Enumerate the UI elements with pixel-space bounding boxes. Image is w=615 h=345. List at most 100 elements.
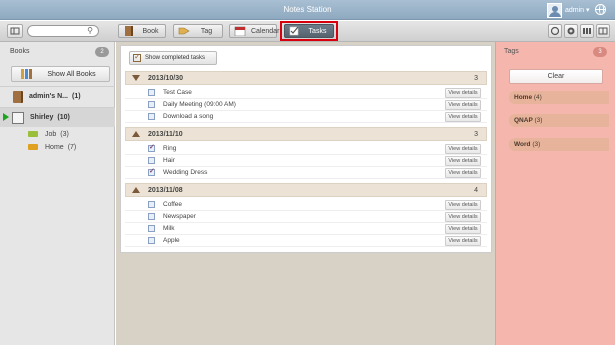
library-icon bbox=[583, 28, 591, 34]
view-details-button[interactable]: View details bbox=[445, 111, 481, 122]
task-checkbox[interactable] bbox=[148, 157, 155, 164]
task-row: Newspaper View details bbox=[125, 211, 487, 223]
tab-calendar-label: Calendar bbox=[251, 27, 280, 35]
panels-icon bbox=[598, 27, 608, 35]
task-row: Milk View details bbox=[125, 223, 487, 235]
collapse-arrow-icon bbox=[132, 75, 140, 81]
tag-icon bbox=[178, 27, 190, 35]
notebook-job-label: Job bbox=[45, 130, 57, 138]
view-details-button[interactable]: View details bbox=[445, 143, 481, 154]
tasks-tab-highlight bbox=[280, 21, 338, 41]
notebook-home-label: Home bbox=[45, 143, 64, 151]
layout-icon bbox=[10, 27, 20, 35]
task-group-date: 2013/11/10 bbox=[148, 130, 183, 138]
refresh-icon bbox=[550, 26, 560, 36]
view-details-button[interactable]: View details bbox=[445, 155, 481, 166]
title-bar: Notes Station admin ▾ bbox=[0, 0, 615, 20]
refresh-button[interactable] bbox=[548, 24, 562, 38]
tab-book[interactable]: Book bbox=[118, 24, 166, 38]
task-group-date: 2013/10/30 bbox=[148, 74, 184, 82]
task-label: Daily Meeting (09:00 AM) bbox=[163, 101, 236, 108]
task-checkbox[interactable] bbox=[148, 167, 155, 176]
sidebar-toggle-button[interactable] bbox=[7, 24, 23, 38]
task-group-count: 3 bbox=[474, 130, 478, 138]
task-checkbox[interactable] bbox=[148, 101, 155, 108]
book-admin-count: (1) bbox=[72, 93, 81, 100]
book-shirley[interactable]: Shirley (10) bbox=[0, 107, 115, 127]
notebook-home-count: (7) bbox=[67, 143, 77, 151]
book-shirley-label: Shirley bbox=[30, 114, 54, 121]
task-checkbox[interactable] bbox=[148, 237, 155, 244]
task-row: Download a song View details bbox=[125, 111, 487, 123]
task-row: Test Case View details bbox=[125, 87, 487, 99]
task-group-count: 3 bbox=[474, 74, 478, 82]
tag-label: Home bbox=[514, 94, 533, 101]
task-checkbox[interactable] bbox=[148, 113, 155, 120]
show-all-books-button[interactable]: Show All Books bbox=[11, 66, 110, 82]
checkbox-icon bbox=[133, 52, 141, 62]
show-completed-tasks-button[interactable]: Show completed tasks bbox=[129, 51, 217, 65]
books-icon bbox=[21, 69, 32, 79]
view-details-button[interactable]: View details bbox=[445, 99, 481, 110]
user-menu[interactable]: admin ▾ bbox=[565, 6, 590, 14]
book-admin-label: admin's N... bbox=[29, 93, 69, 100]
task-label: Milk bbox=[163, 225, 175, 232]
tags-header: Tags bbox=[504, 48, 519, 55]
task-checkbox[interactable] bbox=[148, 143, 155, 152]
clear-tags-button[interactable]: Clear bbox=[509, 69, 603, 84]
task-label: Hair bbox=[163, 157, 175, 164]
book-icon bbox=[125, 26, 133, 36]
tab-tag-label: Tag bbox=[200, 27, 213, 35]
tag-word[interactable]: Word (3) bbox=[509, 138, 609, 151]
settings-button[interactable] bbox=[564, 24, 578, 38]
folder-icon bbox=[28, 144, 38, 150]
layout-button[interactable] bbox=[596, 24, 610, 38]
tab-tag[interactable]: Tag bbox=[173, 24, 223, 38]
library-button[interactable] bbox=[580, 24, 594, 38]
tag-home[interactable]: Home (4) bbox=[509, 91, 609, 104]
task-label: Download a song bbox=[163, 113, 214, 120]
tag-count: (3) bbox=[534, 117, 543, 124]
book-admin[interactable]: admin's N... (1) bbox=[0, 86, 115, 106]
task-label: Ring bbox=[163, 145, 177, 152]
task-checkbox[interactable] bbox=[148, 201, 155, 208]
task-row: Coffee View details bbox=[125, 199, 487, 211]
view-details-button[interactable]: View details bbox=[445, 235, 481, 246]
notebook-job[interactable]: Job (3) bbox=[28, 128, 69, 140]
task-checkbox[interactable] bbox=[148, 89, 155, 96]
tags-panel: Tags 3 Clear Home (4) QNAP (3) Word (3) bbox=[495, 42, 615, 345]
search-input[interactable]: ⚲ bbox=[27, 25, 99, 37]
tags-count-badge: 3 bbox=[593, 47, 607, 57]
tag-count: (4) bbox=[533, 94, 542, 101]
task-row: Ring View details bbox=[125, 143, 487, 155]
task-label: Apple bbox=[163, 237, 180, 244]
task-group-header[interactable]: 2013/10/30 3 bbox=[125, 71, 487, 85]
notebook-home[interactable]: Home (7) bbox=[28, 141, 76, 153]
view-details-button[interactable]: View details bbox=[445, 87, 481, 98]
task-checkbox[interactable] bbox=[148, 225, 155, 232]
selection-arrow-icon bbox=[3, 113, 9, 121]
books-sidebar: Books 2 Show All Books admin's N... (1) … bbox=[0, 42, 115, 345]
avatar[interactable] bbox=[547, 3, 562, 18]
view-details-button[interactable]: View details bbox=[445, 199, 481, 210]
view-details-button[interactable]: View details bbox=[445, 211, 481, 222]
task-row: Wedding Dress View details bbox=[125, 167, 487, 179]
view-details-button[interactable]: View details bbox=[445, 223, 481, 234]
task-group-header[interactable]: 2013/11/08 4 bbox=[125, 183, 487, 197]
tasks-panel: Show completed tasks 2013/10/30 3 Test C… bbox=[120, 45, 492, 253]
task-label: Test Case bbox=[163, 89, 192, 96]
tab-calendar[interactable]: Calendar bbox=[229, 24, 279, 38]
task-group-header[interactable]: 2013/11/10 3 bbox=[125, 127, 487, 141]
task-label: Coffee bbox=[163, 201, 183, 208]
tag-count: (3) bbox=[532, 141, 541, 148]
tag-label: QNAP bbox=[514, 117, 533, 124]
globe-icon[interactable] bbox=[595, 4, 606, 15]
task-row: Hair View details bbox=[125, 155, 487, 167]
task-group-count: 4 bbox=[474, 186, 478, 194]
books-count-badge: 2 bbox=[95, 47, 109, 57]
task-row: Apple View details bbox=[125, 235, 487, 247]
show-completed-label: Show completed tasks bbox=[145, 55, 206, 61]
view-details-button[interactable]: View details bbox=[445, 167, 481, 178]
tag-qnap[interactable]: QNAP (3) bbox=[509, 114, 609, 127]
task-checkbox[interactable] bbox=[148, 213, 155, 220]
